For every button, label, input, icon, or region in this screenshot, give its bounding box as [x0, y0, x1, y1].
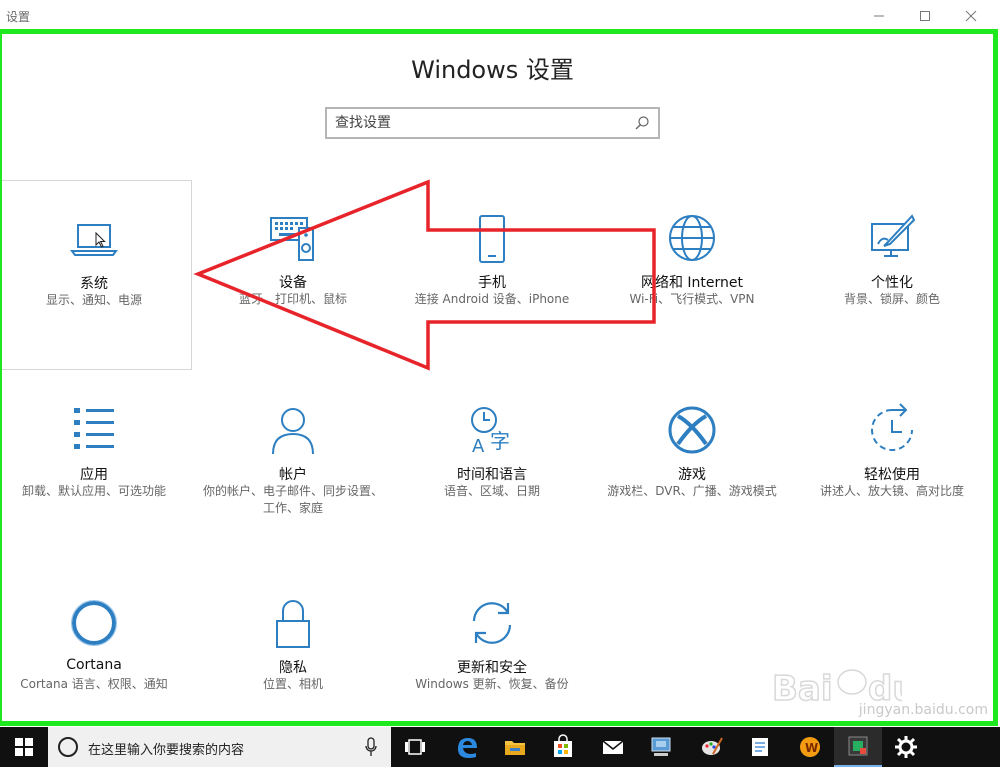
- ease-of-access-icon: [871, 403, 913, 451]
- devices-icon: [270, 217, 314, 261]
- tile-description: 背景、锁屏、颜色: [843, 292, 940, 306]
- taskbar-search-box[interactable]: 在这里输入你要搜索的内容: [48, 727, 391, 767]
- svg-text:A: A: [472, 436, 485, 457]
- maximize-button[interactable]: [902, 0, 948, 32]
- svg-text:W: W: [805, 741, 818, 755]
- start-button[interactable]: [0, 727, 48, 767]
- tile-time-language[interactable]: A 字 时间和语言 语音、区域、日期: [394, 372, 590, 562]
- tile-ease-of-access[interactable]: 轻松使用 讲述人、放大镜、高对比度: [794, 372, 990, 562]
- tile-description: 蓝牙、打印机、鼠标: [238, 292, 347, 306]
- game-app-button[interactable]: W: [786, 727, 834, 767]
- tile-name: 更新和安全: [457, 660, 527, 676]
- edge-button[interactable]: [443, 727, 491, 767]
- tile-name: 应用: [80, 467, 108, 483]
- tile-description: Cortana 语言、权限、通知: [20, 677, 168, 691]
- notepad-button[interactable]: [736, 727, 784, 767]
- title-bar: 设置: [0, 0, 1000, 32]
- pc-app-button[interactable]: [637, 727, 685, 767]
- tile-description: 你的帐户、电子邮件、同步设置、工作、家庭: [203, 484, 384, 515]
- task-view-icon: [405, 739, 425, 755]
- settings-taskbar-button[interactable]: [882, 727, 930, 767]
- tile-name: 游戏: [678, 467, 706, 483]
- apps-list-icon: [74, 408, 114, 449]
- paint-icon: [702, 737, 723, 755]
- app-icon: [848, 736, 868, 756]
- tile-system[interactable]: 系统 显示、通知、电源: [0, 180, 192, 370]
- tile-name: 个性化: [871, 275, 913, 291]
- store-icon: [554, 734, 572, 757]
- tile-name: 手机: [478, 275, 506, 291]
- person-icon: [272, 408, 314, 455]
- notepad-icon: [752, 738, 768, 756]
- microphone-icon[interactable]: [365, 737, 377, 757]
- close-icon: [965, 10, 977, 22]
- tile-description: 语音、区域、日期: [443, 484, 540, 498]
- tile-devices[interactable]: 设备 蓝牙、打印机、鼠标: [195, 180, 391, 370]
- search-input[interactable]: [335, 114, 625, 132]
- tile-description: 连接 Android 设备、iPhone: [414, 292, 570, 306]
- svg-text:字: 字: [490, 429, 510, 453]
- tile-description: 讲述人、放大镜、高对比度: [819, 484, 964, 498]
- search-icon[interactable]: [634, 115, 650, 131]
- tile-name: 网络和 Internet: [640, 275, 744, 291]
- active-app-button[interactable]: [834, 727, 882, 767]
- tile-description: 游戏栏、DVR、广播、游戏模式: [607, 484, 777, 498]
- taskbar: 在这里输入你要搜索的内容 W: [0, 727, 1000, 767]
- tile-description: Windows 更新、恢复、备份: [415, 677, 569, 691]
- windows-start-icon: [15, 738, 33, 756]
- settings-gear-icon: [895, 736, 917, 758]
- baidu-watermark: Bai du jingyan.baidu.com: [772, 660, 992, 724]
- file-explorer-icon: [505, 741, 525, 755]
- tile-apps[interactable]: 应用 卸载、默认应用、可选功能: [0, 372, 192, 562]
- settings-search-box[interactable]: [325, 107, 660, 139]
- tile-personalization[interactable]: 个性化 背景、锁屏、颜色: [794, 180, 990, 370]
- minimize-button[interactable]: [856, 0, 902, 32]
- taskbar-search-placeholder: 在这里输入你要搜索的内容: [88, 743, 245, 758]
- phone-icon: [479, 215, 505, 263]
- tile-accounts[interactable]: 帐户 你的帐户、电子邮件、同步设置、工作、家庭: [195, 372, 391, 562]
- tile-phone[interactable]: 手机 连接 Android 设备、iPhone: [394, 180, 590, 370]
- tile-name: 帐户: [279, 467, 307, 483]
- store-button[interactable]: [539, 727, 587, 767]
- minimize-icon: [874, 15, 884, 17]
- window-title: 设置: [6, 10, 31, 24]
- edge-icon: [458, 738, 477, 758]
- mail-icon: [602, 740, 624, 754]
- globe-icon: [669, 215, 715, 261]
- mail-button[interactable]: [589, 727, 637, 767]
- lock-icon: [276, 600, 310, 648]
- tile-name: 轻松使用: [864, 467, 920, 483]
- file-explorer-button[interactable]: [491, 727, 539, 767]
- game-icon: W: [800, 737, 820, 757]
- tile-gaming[interactable]: 游戏 游戏栏、DVR、广播、游戏模式: [594, 372, 790, 562]
- baidu-paw-logo: Bai du: [772, 668, 902, 710]
- personalization-icon: [871, 214, 916, 257]
- tile-description: 位置、相机: [262, 677, 323, 691]
- tile-description: Wi-Fi、飞行模式、VPN: [629, 292, 755, 306]
- tile-description: 卸载、默认应用、可选功能: [21, 484, 166, 498]
- maximize-icon: [920, 11, 930, 21]
- close-button[interactable]: [948, 0, 994, 32]
- tile-description: 显示、通知、电源: [45, 293, 142, 307]
- tile-name: 设备: [279, 275, 307, 291]
- xbox-icon: [668, 406, 716, 454]
- tile-name: 隐私: [279, 660, 307, 676]
- tile-name: 系统: [80, 276, 108, 292]
- laptop-icon: [70, 224, 118, 256]
- watermark-url: jingyan.baidu.com: [858, 702, 988, 718]
- cortana-icon: [71, 600, 117, 646]
- paint-app-button[interactable]: [688, 727, 736, 767]
- time-language-icon: A 字: [471, 407, 510, 457]
- svg-text:du: du: [868, 669, 902, 709]
- settings-screen: 设置 Windows 设置 系统 显示、通知、电源: [0, 0, 1000, 767]
- svg-text:Bai: Bai: [772, 669, 833, 709]
- task-view-button[interactable]: [391, 727, 439, 767]
- tile-network[interactable]: 网络和 Internet Wi-Fi、飞行模式、VPN: [594, 180, 790, 370]
- sync-icon: [472, 602, 512, 644]
- tile-name: 时间和语言: [457, 467, 527, 483]
- pc-icon: [651, 737, 671, 756]
- tile-name: Cortana: [66, 657, 122, 673]
- cortana-ring-icon: [58, 737, 78, 757]
- page-title: Windows 设置: [411, 56, 574, 84]
